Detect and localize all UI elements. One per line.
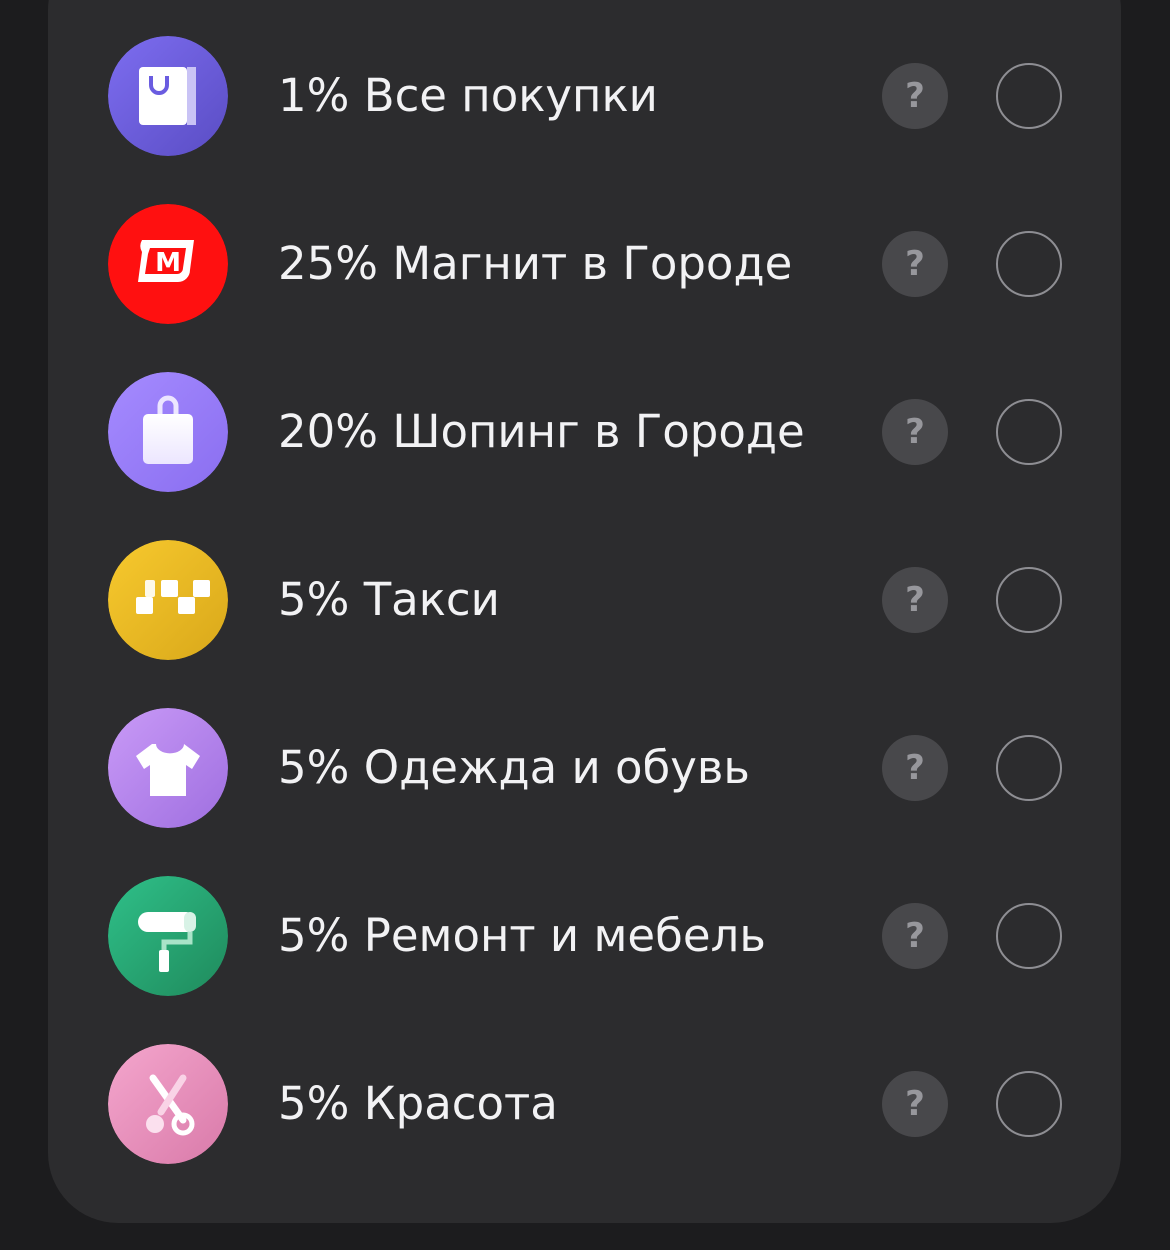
magnit-logo-icon: M <box>108 204 228 324</box>
category-row-all-purchases[interactable]: 1% Все покупки ? <box>108 34 1064 158</box>
t-shirt-icon <box>108 708 228 828</box>
select-radio[interactable] <box>996 63 1062 129</box>
category-row-magnit[interactable]: M 25% Магнит в Городе ? <box>108 202 1064 326</box>
svg-text:M: M <box>155 248 181 278</box>
category-label: 5% Такси <box>278 573 500 626</box>
paint-roller-icon <box>108 876 228 996</box>
category-label: 1% Все покупки <box>278 69 658 122</box>
help-button[interactable]: ? <box>882 63 948 129</box>
shopping-bag-icon <box>108 36 228 156</box>
select-radio[interactable] <box>996 399 1062 465</box>
category-label: 20% Шопинг в Городе <box>278 405 805 458</box>
category-label: 5% Красота <box>278 1077 558 1130</box>
help-button[interactable]: ? <box>882 231 948 297</box>
category-label: 5% Одежда и обувь <box>278 741 750 794</box>
select-radio[interactable] <box>996 567 1062 633</box>
category-row-beauty[interactable]: 5% Красота ? <box>108 1042 1064 1166</box>
select-radio[interactable] <box>996 903 1062 969</box>
category-row-shopping[interactable]: 20% Шопинг в Городе ? <box>108 370 1064 494</box>
help-button[interactable]: ? <box>882 567 948 633</box>
category-label: 25% Магнит в Городе <box>278 237 793 290</box>
scissors-icon <box>108 1044 228 1164</box>
category-row-taxi[interactable]: 5% Такси ? <box>108 538 1064 662</box>
help-button[interactable]: ? <box>882 903 948 969</box>
select-radio[interactable] <box>996 231 1062 297</box>
category-row-clothes[interactable]: 5% Одежда и обувь ? <box>108 706 1064 830</box>
category-row-repair[interactable]: 5% Ремонт и мебель ? <box>108 874 1064 998</box>
select-radio[interactable] <box>996 735 1062 801</box>
help-button[interactable]: ? <box>882 735 948 801</box>
taxi-checker-icon <box>108 540 228 660</box>
bag-icon <box>108 372 228 492</box>
help-button[interactable]: ? <box>882 1071 948 1137</box>
help-button[interactable]: ? <box>882 399 948 465</box>
select-radio[interactable] <box>996 1071 1062 1137</box>
category-label: 5% Ремонт и мебель <box>278 909 766 962</box>
